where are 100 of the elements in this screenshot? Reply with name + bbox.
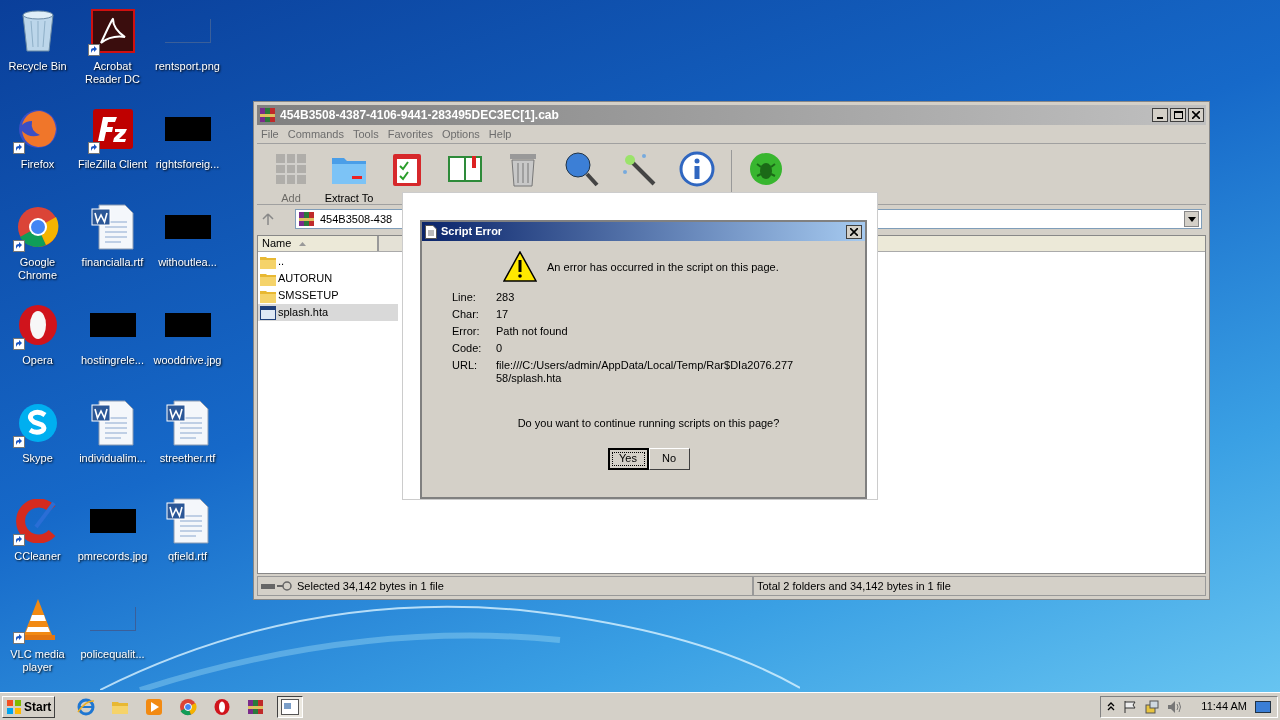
taskbar-item[interactable]: [277, 695, 304, 718]
desktop-icon-label[interactable]: VLC media player: [0, 648, 75, 674]
dialog-button[interactable]: Yes: [607, 447, 649, 470]
filezilla-icon: [90, 107, 135, 151]
field-value: 283: [496, 291, 516, 304]
image-thumbnail: [89, 607, 136, 631]
minimize-button[interactable]: [1152, 108, 1168, 122]
folder-icon: [260, 288, 276, 303]
flag-icon[interactable]: [1123, 699, 1138, 714]
media-player-icon: [145, 697, 164, 716]
close-icon: [850, 227, 858, 236]
field-label: Error:: [452, 325, 481, 338]
window-icon: [281, 698, 300, 715]
bug-icon: [747, 150, 785, 188]
field-value: Path not found: [496, 325, 569, 338]
maximize-button[interactable]: [1170, 108, 1186, 122]
menu-item[interactable]: File: [261, 125, 279, 143]
desktop-icon-label[interactable]: Firefox: [20, 158, 55, 171]
start-button[interactable]: Start: [2, 695, 56, 718]
desktop-icon-label[interactable]: Google Chrome: [0, 256, 75, 282]
dialog-button[interactable]: No: [648, 447, 690, 470]
chevron-up-icon[interactable]: [1107, 702, 1116, 711]
close-button[interactable]: [1188, 108, 1204, 122]
recycle-bin-icon: [19, 9, 56, 53]
field-label: Line:: [452, 291, 477, 304]
windows-logo-icon: [6, 698, 22, 715]
redacted-thumbnail: [164, 313, 211, 337]
window-file-icon: [260, 305, 276, 320]
word-document-icon: [165, 498, 210, 544]
image-thumbnail: [164, 19, 211, 43]
chrome-icon: [179, 697, 198, 716]
redacted-thumbnail: [164, 215, 211, 239]
menu-item[interactable]: Options: [441, 125, 480, 143]
desktop-icon-label[interactable]: hostingrele...: [81, 354, 144, 367]
redacted-thumbnail: [164, 117, 211, 141]
close-button[interactable]: [846, 224, 862, 239]
field-value: 17: [496, 308, 510, 321]
ie-icon: [77, 697, 96, 716]
close-icon: [1192, 111, 1200, 119]
desktop-icon-label[interactable]: CCleaner: [14, 550, 61, 563]
dialog-title: Script Error: [441, 224, 503, 240]
word-document-icon: [90, 204, 135, 250]
warning-icon: [503, 251, 537, 283]
desktop-icon-label[interactable]: rightsforeig...: [155, 158, 220, 171]
desktop-icon-label[interactable]: individualim...: [79, 452, 146, 465]
error-message: An error has occurred in the script on this page.: [547, 259, 779, 275]
file-row[interactable]: ..: [258, 253, 398, 270]
acrobat-icon: [90, 9, 135, 53]
sort-arrow-icon: [299, 241, 307, 246]
desktop-icon-label[interactable]: wooddrive.jpg: [153, 354, 222, 367]
redacted-thumbnail: [89, 509, 136, 533]
desktop-icon-label[interactable]: Opera: [22, 354, 53, 367]
network-icon[interactable]: [1145, 699, 1160, 714]
desktop-icon-label[interactable]: Skype: [22, 452, 53, 465]
desktop-icon-label[interactable]: pmrecords.jpg: [77, 550, 148, 563]
field-label: Char:: [452, 308, 480, 321]
clock: 11:44 AM: [1201, 699, 1247, 715]
word-document-icon: [165, 400, 210, 446]
field-value: file:///C:/Users/admin/AppData/Local/Temp/Rar$DIa2076.27758/splash.hta: [496, 359, 794, 385]
menu-item[interactable]: Help: [488, 125, 512, 143]
folder-icon: [260, 271, 276, 286]
archive-books-icon: [247, 697, 266, 716]
window-title: 454B3508-4387-4106-9441-283495DEC3EC[1].cab: [280, 107, 559, 124]
status-text: Total 2 folders and 34,142 bytes in 1 file: [757, 578, 951, 594]
continue-question: Do you want to continue running scripts on this page?: [516, 416, 781, 431]
info-icon: [678, 150, 716, 188]
redacted-thumbnail: [89, 313, 136, 337]
desktop-icon-label[interactable]: qfield.rtf: [167, 550, 208, 563]
archive-books-icon: [298, 210, 316, 228]
desktop-icon-label[interactable]: policequalit...: [80, 648, 145, 661]
field-label: URL:: [452, 359, 479, 373]
drive-key-icon: [261, 581, 293, 591]
desktop-icon-label[interactable]: rentsport.png: [155, 60, 220, 73]
opera-icon: [213, 697, 232, 716]
menu-item[interactable]: Tools: [353, 125, 379, 143]
status-text: Selected 34,142 bytes in 1 file: [297, 578, 444, 594]
desktop-icon-label[interactable]: withoutlea...: [158, 256, 217, 269]
menu-item[interactable]: Favorites: [387, 125, 433, 143]
menu-item[interactable]: Commands: [287, 125, 344, 143]
document-icon: [425, 224, 437, 239]
file-row[interactable]: SMSSETUP: [258, 287, 398, 304]
desktop-icon-label[interactable]: Acrobat Reader DC: [75, 60, 150, 86]
folder-icon: [260, 254, 276, 269]
desktop-icon-label[interactable]: FileZilla Client: [77, 158, 148, 171]
column-title: Name: [262, 236, 292, 252]
field-label: Code:: [452, 342, 483, 355]
archive-books-icon: [259, 106, 277, 124]
desktop-icon-label[interactable]: Recycle Bin: [8, 60, 67, 73]
show-desktop-icon[interactable]: [1255, 700, 1271, 713]
toolbar-button[interactable]: Extract To: [321, 150, 377, 207]
chrome-icon: [15, 205, 60, 249]
file-row[interactable]: splash.hta: [258, 304, 398, 321]
word-document-icon: [90, 400, 135, 446]
dropdown-arrow-icon: [1187, 216, 1196, 222]
magnifier-icon: [562, 150, 600, 188]
desktop-icon-label[interactable]: streether.rtf: [159, 452, 216, 465]
file-row[interactable]: AUTORUN: [258, 270, 398, 287]
speaker-icon[interactable]: [1167, 699, 1184, 714]
field-value: 0: [496, 342, 504, 355]
desktop-icon-label[interactable]: financialla.rtf: [81, 256, 144, 269]
